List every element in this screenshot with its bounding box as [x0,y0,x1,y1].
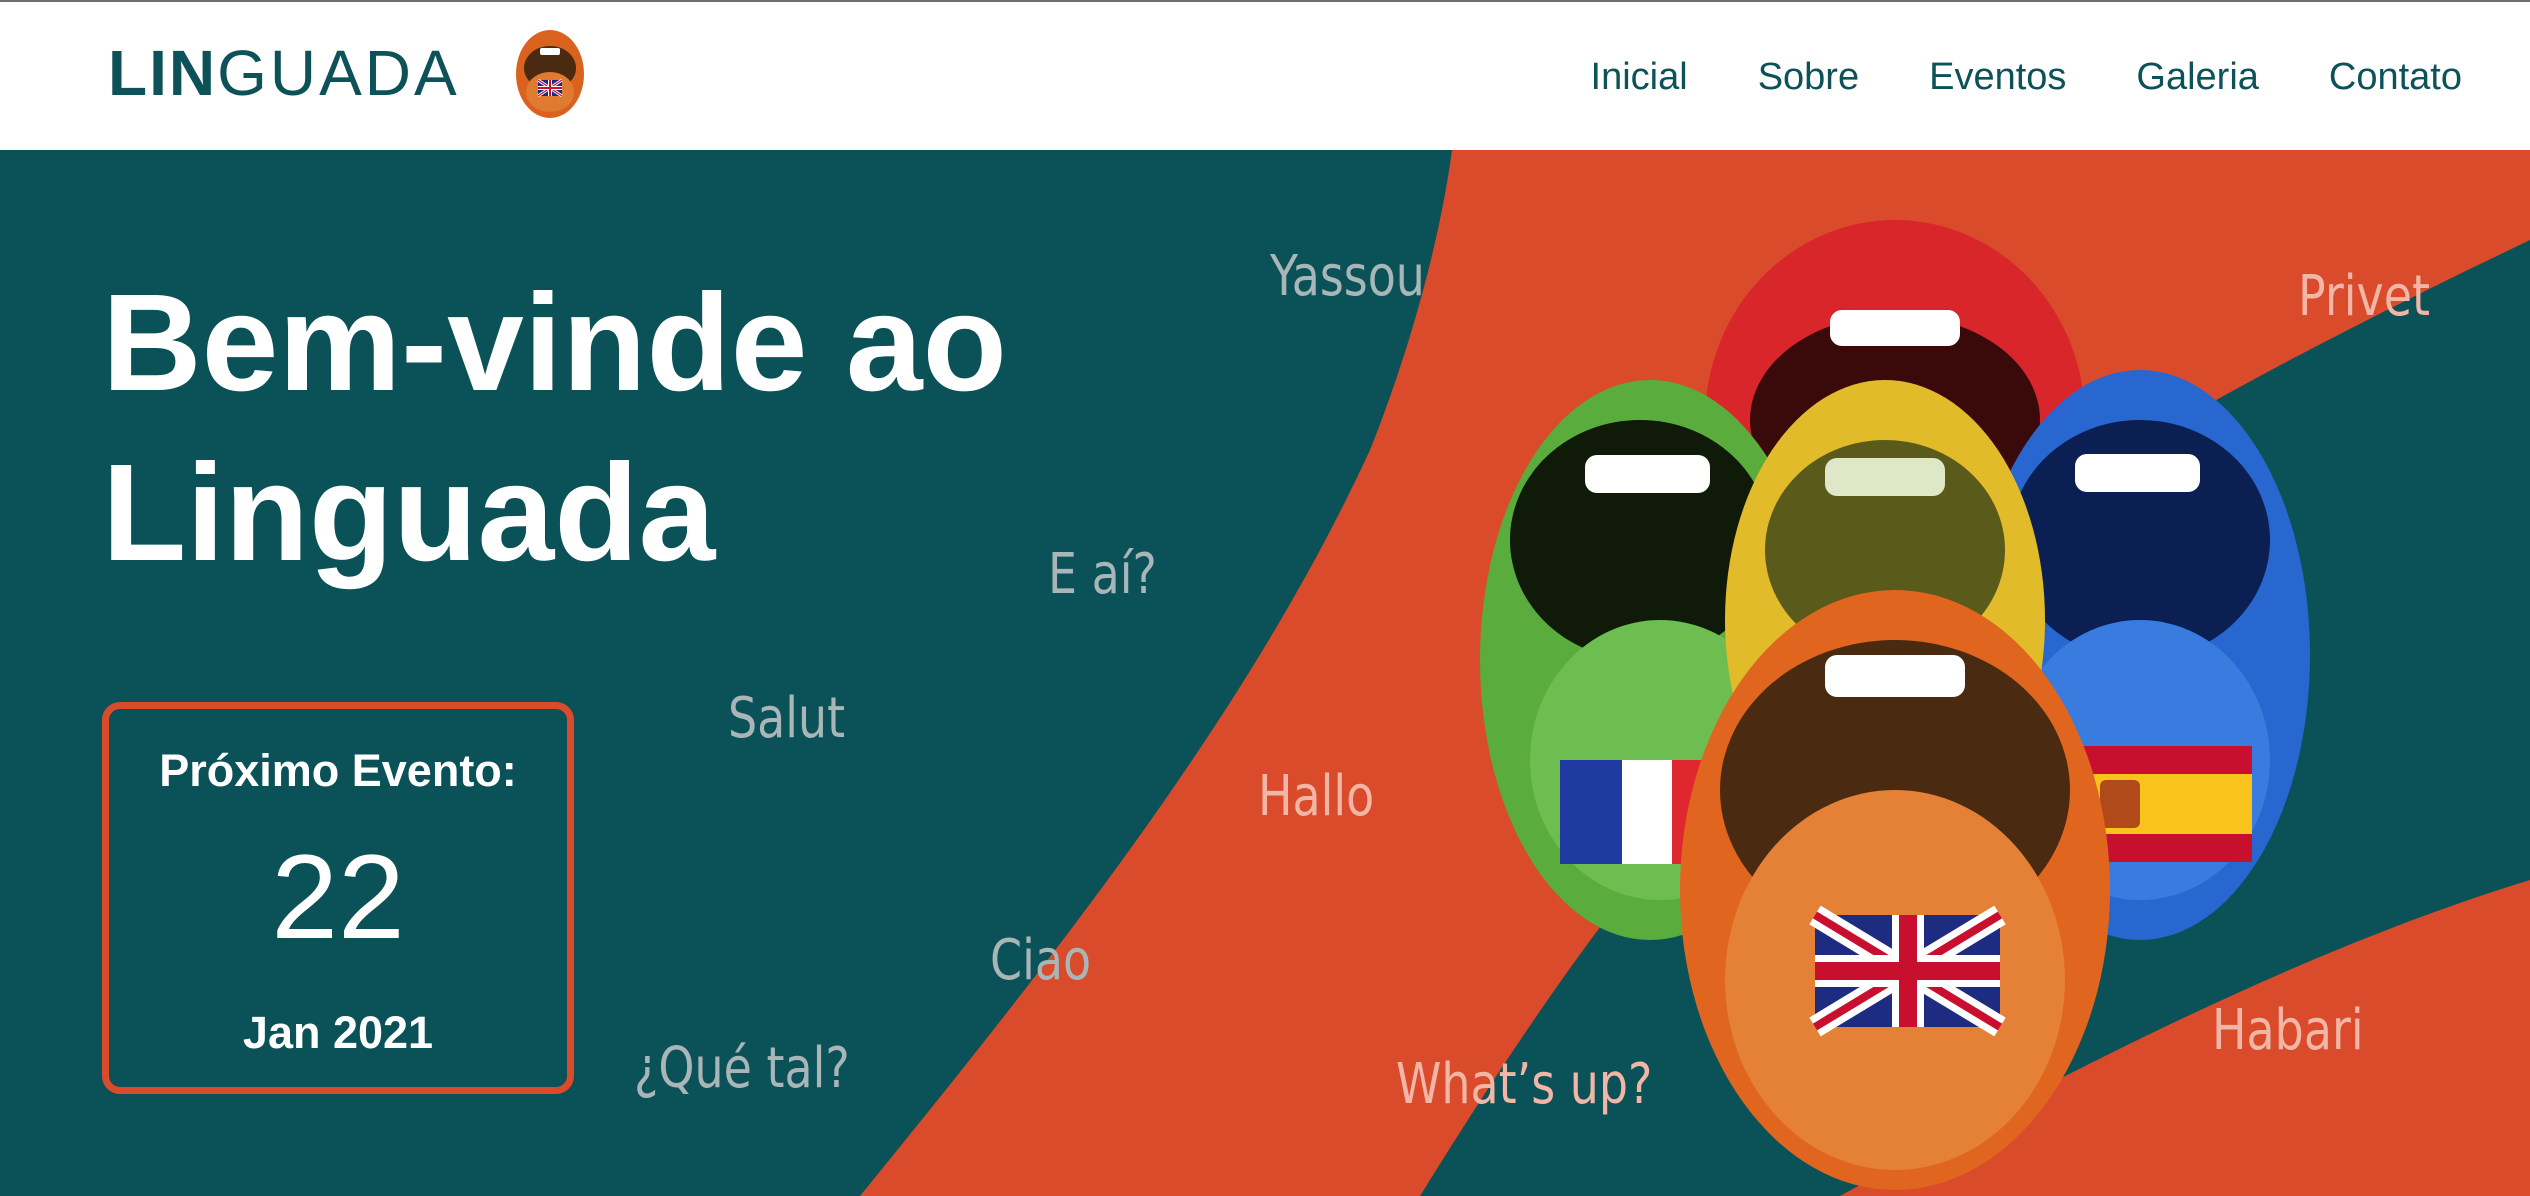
next-event-day: 22 [271,830,405,964]
hero-title-line-1: Bem-vinde ao [102,266,1007,420]
nav-link-sobre[interactable]: Sobre [1758,50,1859,104]
greeting-yassou: Yassou [1270,244,1425,309]
nav-link-eventos[interactable]: Eventos [1929,50,2066,104]
nav-link-galeria[interactable]: Galeria [2136,50,2259,104]
greeting-que-tal: ¿Qué tal? [634,1036,850,1101]
main-nav: Inicial Sobre Eventos Galeria Contato [1521,50,2462,104]
hero-title: Bem-vinde ao Linguada [102,258,1202,598]
nav-link-inicial[interactable]: Inicial [1591,50,1688,104]
mouth-logo-icon[interactable] [514,24,586,120]
hero-banner: Bem-vinde ao Linguada Próximo Evento: 22… [0,150,2530,1196]
next-event-month-year: Jan 2021 [242,1007,434,1058]
nav-link-contato[interactable]: Contato [2329,50,2462,104]
uk-flag-icon [1809,905,2006,1037]
logo-text-bold: LIN [108,37,218,109]
greeting-ciao: Ciao [990,928,1092,993]
greeting-e-ai: E aí? [1048,542,1157,607]
mouths-illustration [1480,220,2310,1190]
greeting-salut: Salut [728,686,846,751]
site-logo[interactable]: LIN GUADA [108,37,460,109]
greeting-hallo: Hallo [1258,764,1375,829]
site-header: LIN GUADA Inicial Sobre Eventos Galeria C… [0,0,2530,150]
next-event-label: Próximo Evento: [159,745,517,796]
next-event-card[interactable]: Próximo Evento: 22 Jan 2021 [102,702,574,1094]
orange-mouth [1680,590,2110,1190]
logo-text-light: GUADA [217,37,460,109]
hero-title-line-2: Linguada [102,436,716,590]
